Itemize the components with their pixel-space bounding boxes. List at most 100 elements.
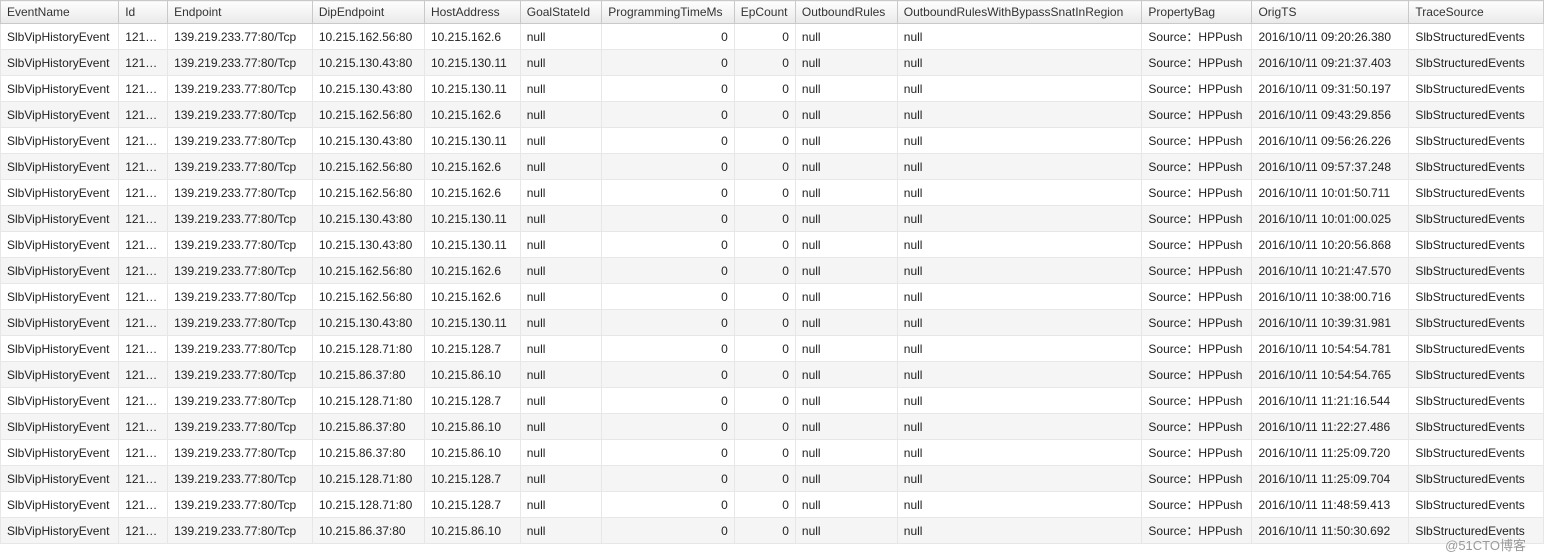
table-row[interactable]: SlbVipHistoryEvent121006139.219.233.77:8… [1, 440, 1544, 466]
cell-epCount: 0 [734, 258, 795, 284]
column-header-eventName[interactable]: EventName [1, 1, 119, 24]
cell-outboundRulesWithBypass: null [897, 76, 1142, 102]
cell-id: 121006 [119, 388, 168, 414]
column-header-id[interactable]: Id [119, 1, 168, 24]
cell-outboundRules: null [795, 414, 897, 440]
cell-dipEndpoint: 10.215.86.37:80 [312, 414, 424, 440]
cell-goalStateId: null [520, 258, 602, 284]
cell-outboundRules: null [795, 24, 897, 50]
cell-eventName: SlbVipHistoryEvent [1, 76, 119, 102]
cell-dipEndpoint: 10.215.162.56:80 [312, 258, 424, 284]
cell-epCount: 0 [734, 76, 795, 102]
cell-origTs: 2016/10/11 10:38:00.716 [1252, 284, 1409, 310]
column-header-outboundRulesWithBypass[interactable]: OutboundRulesWithBypassSnatInRegion [897, 1, 1142, 24]
table-row[interactable]: SlbVipHistoryEvent121006139.219.233.77:8… [1, 232, 1544, 258]
cell-eventName: SlbVipHistoryEvent [1, 336, 119, 362]
cell-propertyBag: Source：HPPush [1142, 336, 1252, 362]
cell-outboundRulesWithBypass: null [897, 180, 1142, 206]
cell-traceSource: SlbStructuredEvents [1409, 24, 1544, 50]
cell-outboundRulesWithBypass: null [897, 336, 1142, 362]
cell-goalStateId: null [520, 128, 602, 154]
table-row[interactable]: SlbVipHistoryEvent121006139.219.233.77:8… [1, 362, 1544, 388]
cell-id: 121006 [119, 414, 168, 440]
table-row[interactable]: SlbVipHistoryEvent121006139.219.233.77:8… [1, 310, 1544, 336]
column-header-epCount[interactable]: EpCount [734, 1, 795, 24]
cell-goalStateId: null [520, 180, 602, 206]
cell-programmingTimeMs: 0 [602, 388, 734, 414]
cell-propertyBag: Source：HPPush [1142, 440, 1252, 466]
cell-outboundRulesWithBypass: null [897, 388, 1142, 414]
cell-id: 121006 [119, 310, 168, 336]
cell-programmingTimeMs: 0 [602, 336, 734, 362]
cell-hostAddress: 10.215.130.11 [424, 232, 520, 258]
cell-outboundRules: null [795, 206, 897, 232]
cell-traceSource: SlbStructuredEvents [1409, 388, 1544, 414]
cell-outboundRulesWithBypass: null [897, 440, 1142, 466]
cell-programmingTimeMs: 0 [602, 180, 734, 206]
cell-eventName: SlbVipHistoryEvent [1, 466, 119, 492]
cell-endpoint: 139.219.233.77:80/Tcp [168, 336, 313, 362]
cell-propertyBag: Source：HPPush [1142, 206, 1252, 232]
cell-dipEndpoint: 10.215.86.37:80 [312, 518, 424, 544]
table-row[interactable]: SlbVipHistoryEvent121006139.219.233.77:8… [1, 154, 1544, 180]
column-header-hostAddress[interactable]: HostAddress [424, 1, 520, 24]
cell-origTs: 2016/10/11 10:01:50.711 [1252, 180, 1409, 206]
column-header-propertyBag[interactable]: PropertyBag [1142, 1, 1252, 24]
cell-programmingTimeMs: 0 [602, 284, 734, 310]
column-header-dipEndpoint[interactable]: DipEndpoint [312, 1, 424, 24]
column-header-goalStateId[interactable]: GoalStateId [520, 1, 602, 24]
table-row[interactable]: SlbVipHistoryEvent121006139.219.233.77:8… [1, 284, 1544, 310]
data-grid[interactable]: EventNameIdEndpointDipEndpointHostAddres… [0, 0, 1544, 544]
cell-origTs: 2016/10/11 11:48:59.413 [1252, 492, 1409, 518]
table-row[interactable]: SlbVipHistoryEvent121006139.219.233.77:8… [1, 388, 1544, 414]
table-row[interactable]: SlbVipHistoryEvent121006139.219.233.77:8… [1, 336, 1544, 362]
column-header-programmingTimeMs[interactable]: ProgrammingTimeMs [602, 1, 734, 24]
cell-traceSource: SlbStructuredEvents [1409, 284, 1544, 310]
cell-propertyBag: Source：HPPush [1142, 258, 1252, 284]
cell-goalStateId: null [520, 24, 602, 50]
column-header-endpoint[interactable]: Endpoint [168, 1, 313, 24]
cell-endpoint: 139.219.233.77:80/Tcp [168, 284, 313, 310]
cell-endpoint: 139.219.233.77:80/Tcp [168, 492, 313, 518]
cell-goalStateId: null [520, 518, 602, 544]
table-row[interactable]: SlbVipHistoryEvent121006139.219.233.77:8… [1, 180, 1544, 206]
cell-goalStateId: null [520, 414, 602, 440]
cell-propertyBag: Source：HPPush [1142, 128, 1252, 154]
table-row[interactable]: SlbVipHistoryEvent121006139.219.233.77:8… [1, 50, 1544, 76]
cell-origTs: 2016/10/11 09:43:29.856 [1252, 102, 1409, 128]
cell-dipEndpoint: 10.215.130.43:80 [312, 206, 424, 232]
cell-eventName: SlbVipHistoryEvent [1, 232, 119, 258]
cell-endpoint: 139.219.233.77:80/Tcp [168, 440, 313, 466]
table-row[interactable]: SlbVipHistoryEvent121006139.219.233.77:8… [1, 492, 1544, 518]
column-header-traceSource[interactable]: TraceSource [1409, 1, 1544, 24]
cell-eventName: SlbVipHistoryEvent [1, 440, 119, 466]
cell-goalStateId: null [520, 102, 602, 128]
table-row[interactable]: SlbVipHistoryEvent121006139.219.233.77:8… [1, 258, 1544, 284]
cell-id: 121006 [119, 440, 168, 466]
cell-origTs: 2016/10/11 11:22:27.486 [1252, 414, 1409, 440]
cell-epCount: 0 [734, 362, 795, 388]
cell-hostAddress: 10.215.130.11 [424, 310, 520, 336]
cell-origTs: 2016/10/11 11:50:30.692 [1252, 518, 1409, 544]
grid-header: EventNameIdEndpointDipEndpointHostAddres… [1, 1, 1544, 24]
cell-outboundRules: null [795, 310, 897, 336]
cell-propertyBag: Source：HPPush [1142, 232, 1252, 258]
table-row[interactable]: SlbVipHistoryEvent121006139.219.233.77:8… [1, 102, 1544, 128]
table-row[interactable]: SlbVipHistoryEvent121006139.219.233.77:8… [1, 466, 1544, 492]
cell-outboundRulesWithBypass: null [897, 258, 1142, 284]
cell-id: 121006 [119, 24, 168, 50]
cell-eventName: SlbVipHistoryEvent [1, 180, 119, 206]
cell-id: 121006 [119, 492, 168, 518]
table-row[interactable]: SlbVipHistoryEvent121006139.219.233.77:8… [1, 518, 1544, 544]
cell-endpoint: 139.219.233.77:80/Tcp [168, 258, 313, 284]
table-row[interactable]: SlbVipHistoryEvent121006139.219.233.77:8… [1, 76, 1544, 102]
table-row[interactable]: SlbVipHistoryEvent121006139.219.233.77:8… [1, 414, 1544, 440]
table-row[interactable]: SlbVipHistoryEvent121006139.219.233.77:8… [1, 128, 1544, 154]
cell-traceSource: SlbStructuredEvents [1409, 76, 1544, 102]
table-row[interactable]: SlbVipHistoryEvent121006139.219.233.77:8… [1, 206, 1544, 232]
cell-outboundRules: null [795, 102, 897, 128]
column-header-origTs[interactable]: OrigTS [1252, 1, 1409, 24]
table-row[interactable]: SlbVipHistoryEvent121006139.219.233.77:8… [1, 24, 1544, 50]
cell-origTs: 2016/10/11 09:57:37.248 [1252, 154, 1409, 180]
column-header-outboundRules[interactable]: OutboundRules [795, 1, 897, 24]
